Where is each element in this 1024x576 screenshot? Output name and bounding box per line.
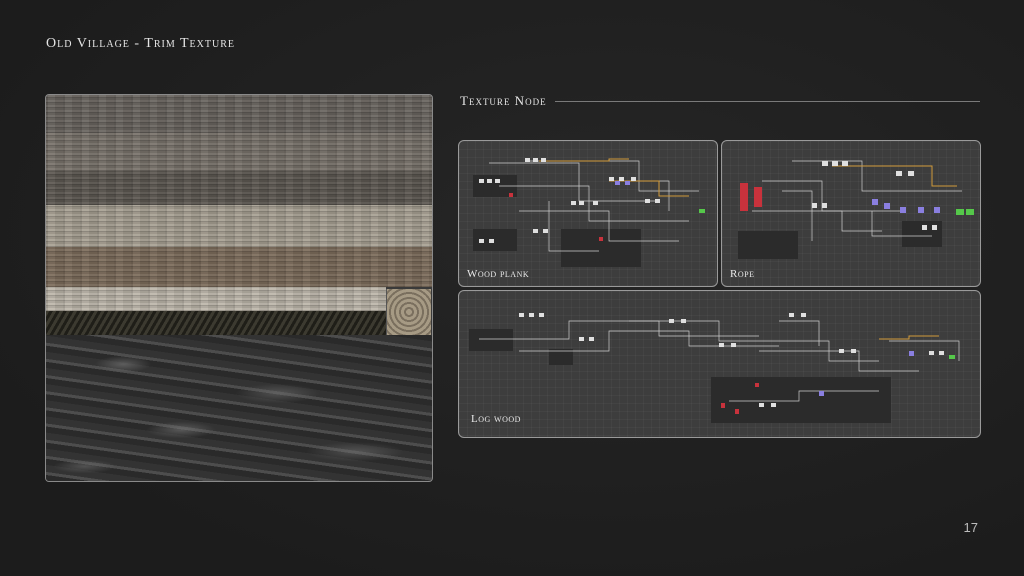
wood-plank-strip	[46, 171, 432, 205]
node-graph-rope: Rope	[721, 140, 981, 287]
wood-plank-strip	[46, 287, 386, 311]
wood-plank-strip	[46, 95, 432, 133]
panel-label: Log wood	[471, 413, 521, 425]
panel-label: Wood plank	[467, 268, 530, 280]
trim-texture-image	[45, 94, 433, 482]
section-header: Texture Node	[460, 91, 980, 111]
wood-plank-strip	[46, 247, 432, 287]
slide-title: Old Village - Trim Texture	[46, 36, 235, 51]
page-number: 17	[963, 520, 978, 535]
log-bark-strip	[46, 335, 432, 481]
node-graph-log-wood: Log wood	[458, 290, 981, 438]
wood-end-grain-tile	[386, 289, 431, 335]
node-graph-canvas	[469, 313, 960, 423]
wood-plank-strip	[46, 205, 432, 247]
node-graph-canvas	[738, 160, 974, 259]
section-heading: Texture Node	[460, 93, 547, 108]
rope-strip	[46, 311, 386, 335]
wood-plank-strip	[46, 133, 432, 171]
panel-label: Rope	[730, 268, 755, 280]
node-graph-wood-plank: Wood plank	[458, 140, 718, 287]
section-divider	[554, 100, 980, 102]
node-graph-canvas	[473, 158, 705, 267]
